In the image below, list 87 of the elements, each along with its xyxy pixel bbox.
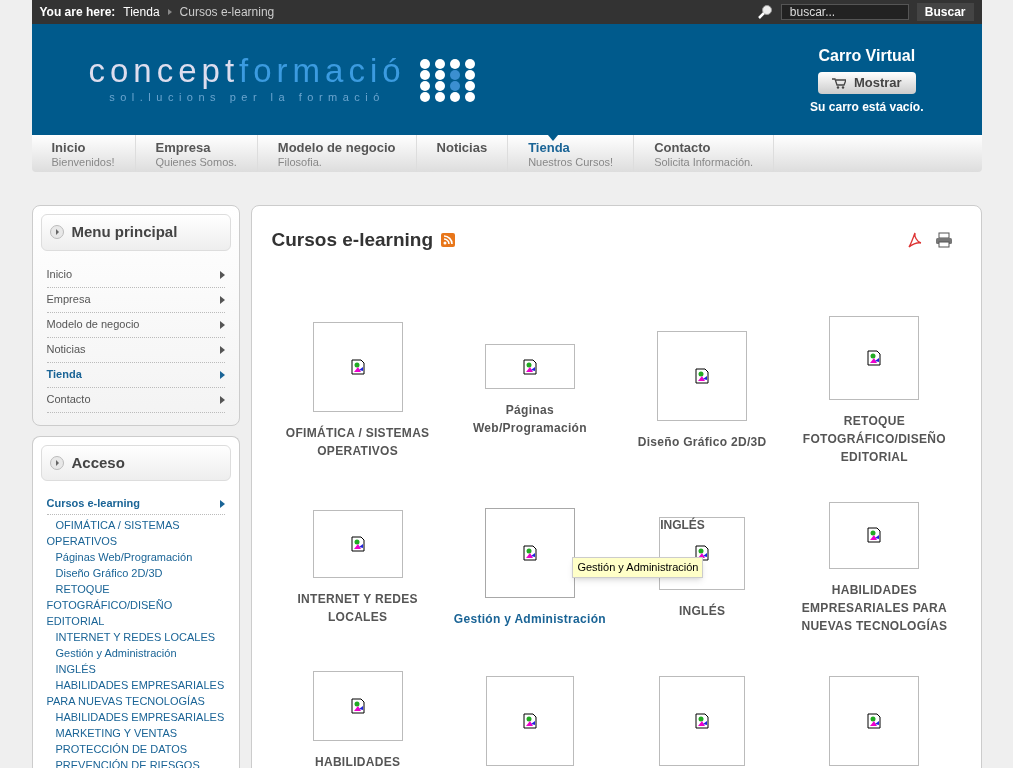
course-link[interactable]: Gestión y Administración [447,610,613,628]
course-image[interactable] [659,675,746,766]
nav-item[interactable]: Modelo de negocio Filosofia. [257,135,417,172]
broken-image-icon [694,367,711,384]
separator-icon [167,9,172,15]
course-link[interactable]: INGLÉS [619,601,785,620]
arrow-icon [219,395,225,404]
print-icon[interactable] [934,232,953,249]
breadcrumb-link[interactable]: Cursos e-learning [179,3,275,21]
broken-image-icon [521,712,538,729]
arrow-icon [219,295,225,304]
course-image[interactable] [657,330,748,421]
nav-item[interactable]: Inicio Bienvenidos! [31,135,136,172]
arrow-icon [219,270,225,279]
course-link[interactable]: HABILIDADES [275,752,441,768]
submenu-link[interactable]: RETOQUE FOTOGRÁFICO/DISEÑO EDITORIAL [46,581,225,629]
logo-text: conceptformació [88,53,406,90]
course-image[interactable] [829,501,920,569]
menu-item[interactable]: Noticias [46,337,225,363]
course-image[interactable] [829,315,920,400]
pdf-icon[interactable] [906,232,923,249]
menu-item[interactable]: Modelo de negocio [46,312,225,338]
course-image[interactable] [485,675,574,766]
module-title: Menu principal [71,222,178,242]
cart-status: Su carro está vacío. [810,98,924,116]
submenu-link[interactable]: HABILIDADES EMPRESARIALES PARA NUEVAS TECNOLOGÍAS [46,677,225,709]
submenu-link[interactable]: Diseño Gráfico 2D/3D [46,565,225,581]
submenu-link[interactable]: MARKETING Y VENTAS [46,725,225,741]
arrow-icon [219,320,225,329]
cart-icon [831,76,846,89]
breadcrumb-link[interactable]: Tienda [123,3,160,21]
logo-dots-icon [417,57,478,102]
broken-image-icon [349,358,366,375]
broken-image-icon [866,349,883,366]
course-image[interactable] [484,344,575,389]
module-title: Acceso [71,452,125,473]
broken-image-icon [521,358,538,375]
broken-image-icon [694,545,711,561]
cart-button[interactable]: Mostrar [817,71,916,94]
broken-image-icon [866,712,883,729]
course-link[interactable]: HABILIDADES EMPRESARIALES PARA NUEVAS TECNOLOGÍAS [791,580,957,635]
tooltip: Gestión y Administración [572,557,704,578]
nav-item[interactable]: Empresa Quienes Somos. [135,135,258,172]
menu-item[interactable]: Contacto [46,387,225,413]
submenu-link[interactable]: OFIMÁTICA / SISTEMAS OPERATIVOS [46,517,225,549]
course-image[interactable] [312,510,403,578]
logo-tagline: sol.lucions per la formació [109,90,385,106]
submenu-link[interactable]: PROTECCIÓN DE DATOS [46,741,225,757]
course-image[interactable] [484,508,575,598]
course-image[interactable] [829,675,920,766]
menu-item[interactable]: Empresa [46,287,225,313]
page-title: Cursos e-learning [271,228,434,252]
nav-item[interactable]: Noticias [416,135,509,172]
search-field[interactable]: buscar... [780,4,909,20]
course-link[interactable]: OFIMÁTICA / SISTEMAS OPERATIVOS [275,423,441,460]
arrow-icon [219,345,225,354]
nav-item[interactable]: Contacto Solicita Información. [634,135,775,172]
cart-title: Carro Virtual [818,45,916,66]
course-link[interactable]: INTERNET Y REDES LOCALES [275,590,441,626]
course-link[interactable]: RETOQUE FOTOGRÁFICO/DISEÑO EDITORIAL [791,411,957,466]
course-image[interactable] [312,670,403,741]
menu-item[interactable]: Cursos e-learning [46,493,225,515]
bullet-icon [49,455,64,470]
breadcrumb-label: You are here: [39,4,116,21]
broken-image-icon [521,545,538,561]
search-button[interactable]: Buscar [916,3,974,21]
submenu-link[interactable]: HABILIDADES EMPRESARIALES [46,709,225,725]
course-image[interactable] [312,321,403,412]
submenu-link[interactable]: Páginas Web/Programación [46,549,225,565]
arrow-icon [219,499,225,508]
bullet-icon [49,225,64,240]
menu-item[interactable]: Tienda [46,362,225,388]
course-link[interactable]: Páginas Web/Programación [447,401,613,437]
search-icon [756,4,773,20]
arrow-icon [219,370,225,379]
broken-image-icon [694,712,711,729]
submenu-link[interactable]: INTERNET Y REDES LOCALES [46,629,225,645]
submenu-link[interactable]: INGLÉS [46,661,225,677]
submenu-link[interactable]: Gestión y Administración [46,645,225,661]
alt-text: INGLÉS [660,516,705,534]
course-link[interactable]: Diseño Gráfico 2D/3D [619,432,785,451]
broken-image-icon [349,697,366,714]
broken-image-icon [866,527,883,543]
menu-item[interactable]: Inicio [46,262,225,288]
nav-item[interactable]: Tienda Nuestros Cursos! [508,135,635,172]
rss-icon[interactable] [441,233,456,248]
broken-image-icon [349,536,366,552]
